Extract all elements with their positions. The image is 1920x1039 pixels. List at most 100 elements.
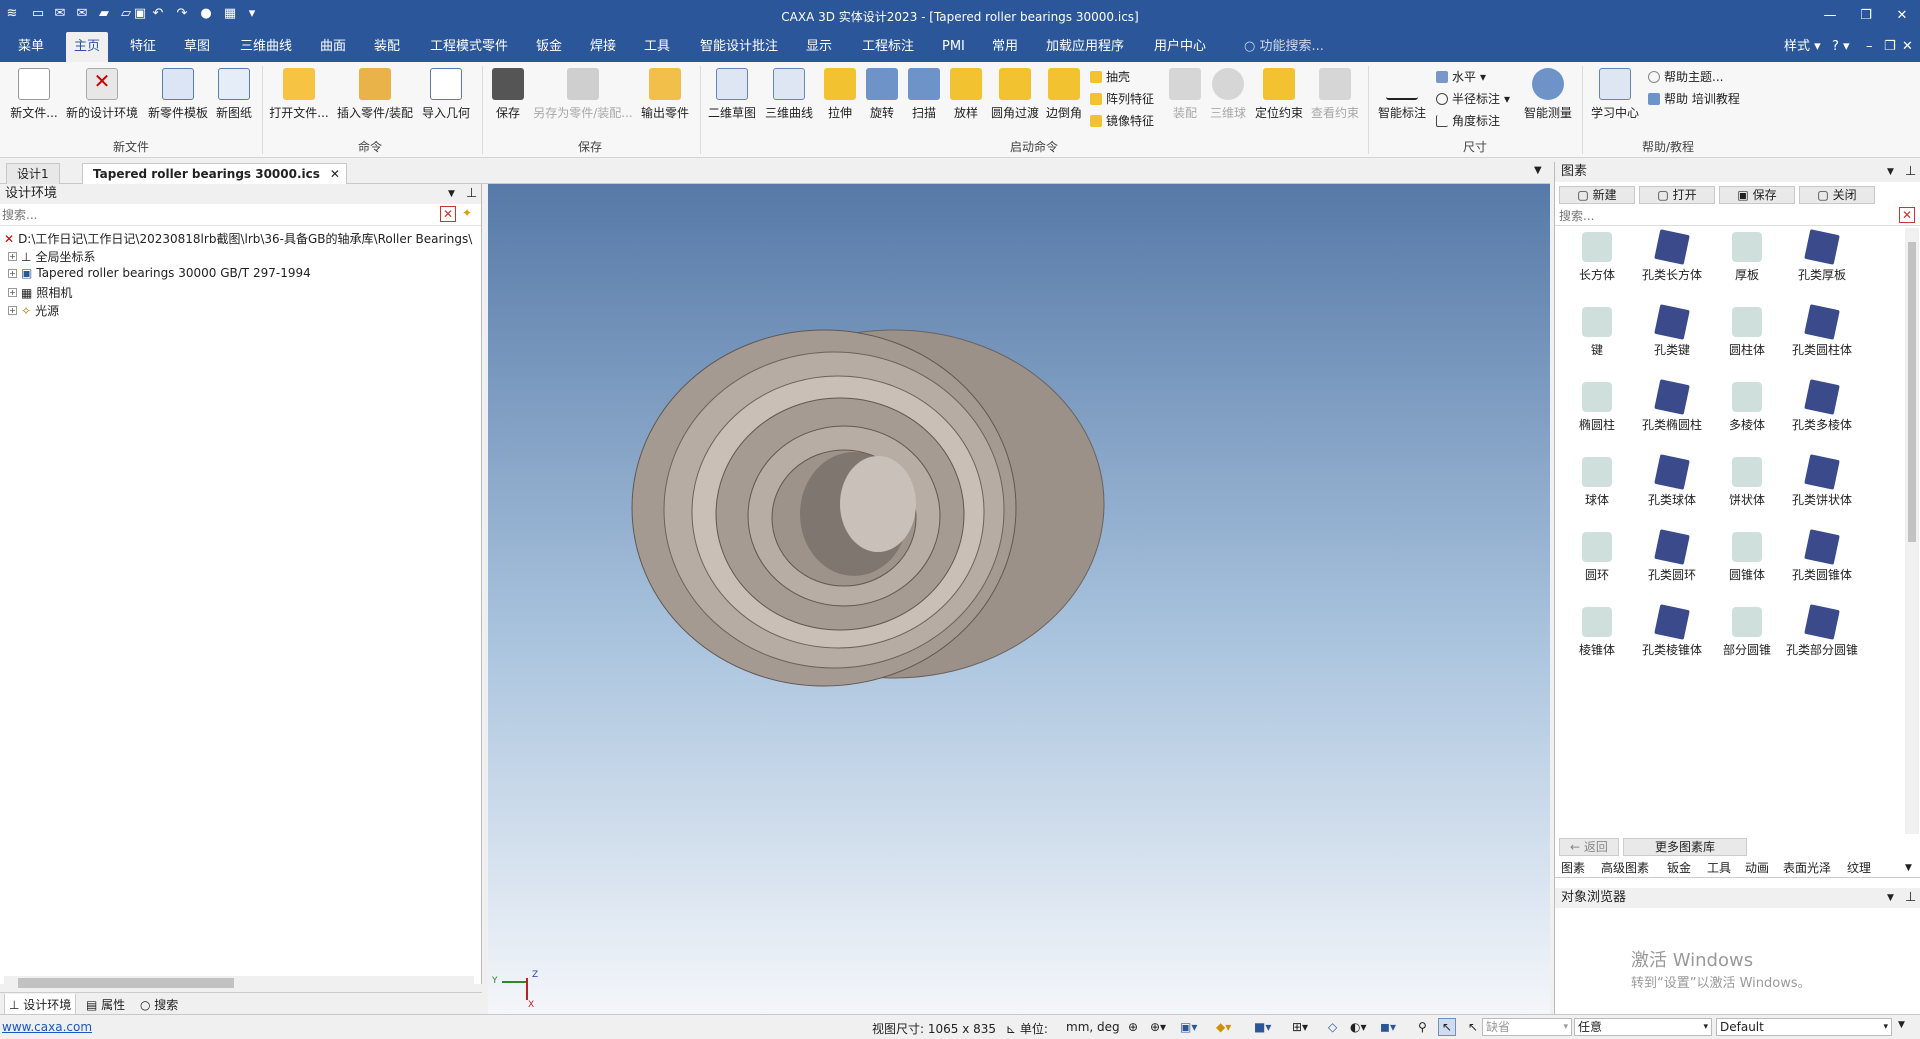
tab-bearing-file[interactable]: Tapered roller bearings 30000.ics ✕ [82,163,347,184]
tabs-dropdown-icon[interactable]: ▼ [1534,165,1542,176]
catalog-item[interactable]: 孔类圆柱体 [1786,304,1858,358]
catalog-search-input[interactable] [1559,208,1889,224]
catalog-item[interactable]: 孔类球体 [1636,454,1708,508]
camera-icon[interactable]: ◼▾ [1380,1020,1396,1034]
catalog-item[interactable]: 孔类圆环 [1636,529,1708,583]
catalog-back-button[interactable]: ← 返回 [1559,838,1619,856]
doc-close-icon[interactable]: ✕ [1894,32,1920,62]
tree-search-input[interactable] [2,206,432,223]
sketch-2d-button[interactable]: 二维草图 [706,68,758,121]
section-icon[interactable]: ⊞▾ [1292,1020,1308,1034]
catalog-close-button[interactable]: ▢ 关闭 [1799,186,1875,204]
tab-close-icon[interactable]: ✕ [330,164,340,184]
catalog-new-button[interactable]: ▢ 新建 [1559,186,1635,204]
expand-icon[interactable]: + [8,288,17,297]
display-icon[interactable]: ■▾ [1254,1020,1271,1034]
view-constraint-button[interactable]: 查看约束 [1308,68,1362,121]
new-part-template-button[interactable]: 新零件模板 [144,68,212,121]
menu-tab-surface[interactable]: 曲面 [312,32,354,62]
catalog-item[interactable]: 球体 [1561,457,1633,508]
tab-properties[interactable]: ▤ 属性 [86,996,125,1013]
tab-surface-finish[interactable]: 表面光泽 [1783,858,1831,878]
mirror-feature-button[interactable]: 镜像特征 [1090,112,1154,129]
smart-dimension-button[interactable]: 智能标注 [1374,68,1430,121]
catalog-item[interactable]: 孔类圆锥体 [1786,529,1858,583]
catalog-item[interactable]: 棱锥体 [1561,607,1633,658]
bearing-model[interactable] [488,184,1550,1014]
menu-tab-sheet-metal[interactable]: 钣金 [528,32,570,62]
tab-design1[interactable]: 设计1 [6,163,60,184]
export-part-button[interactable]: 输出零件 [638,68,692,121]
tree-item-global-coords[interactable]: + ⊥ 全局坐标系 [8,248,95,265]
catalog-save-button[interactable]: ▣ 保存 [1719,186,1795,204]
new-drawing-button[interactable]: 新图纸 [214,68,254,121]
catalog-item[interactable]: 饼状体 [1711,457,1783,508]
tab-sheet-metal[interactable]: 钣金 [1667,858,1691,878]
angle-dim-button[interactable]: 角度标注 [1436,112,1500,129]
material-icon[interactable]: ◐▾ [1350,1020,1367,1034]
pin-icon[interactable]: ⊥ [1905,162,1916,182]
open-file-button[interactable]: 打开文件... [268,68,330,121]
tabs-dropdown-icon[interactable]: ▼ [1905,858,1912,878]
expand-icon[interactable]: + [8,306,17,315]
restore-icon[interactable]: ❐ [1851,6,1881,26]
caxa-link[interactable]: www.caxa.com [2,1020,92,1034]
catalog-item[interactable]: 圆锥体 [1711,532,1783,583]
smart-measure-button[interactable]: 智能测量 [1520,68,1576,121]
catalog-item[interactable]: 键 [1561,307,1633,358]
render-icon[interactable]: ◆▾ [1216,1020,1231,1034]
new-file-button[interactable]: 新文件... [8,68,60,121]
close-icon[interactable]: ✕ [1887,6,1917,26]
pin-icon[interactable]: ⊥ [466,184,477,204]
scrollbar-thumb[interactable] [1908,242,1916,542]
catalog-menu-icon[interactable]: ▼ [1887,162,1894,182]
catalog-item[interactable]: 多棱体 [1711,382,1783,433]
menu-tab-menu[interactable]: 菜单 [10,32,52,62]
tab-design-env[interactable]: ⊥ 设计环境 [4,994,77,1016]
menu-tab-engineering-part[interactable]: 工程模式零件 [422,32,516,62]
curve-3d-button[interactable]: 三维曲线 [762,68,816,121]
horizontal-scrollbar[interactable] [4,976,474,990]
training-tutorial-button[interactable]: 帮助 培训教程 [1648,90,1740,107]
status-dropdown-icon[interactable]: ▼ [1898,1020,1905,1030]
3d-viewport[interactable]: Y Z X [488,184,1550,1014]
catalog-item[interactable]: 孔类多棱体 [1786,379,1858,433]
clear-search-icon[interactable]: ✕ [440,206,456,222]
catalog-item[interactable]: 椭圆柱 [1561,382,1633,433]
assemble-button[interactable]: 装配 [1168,68,1202,121]
catalog-item[interactable]: 孔类饼状体 [1786,454,1858,508]
menu-tab-tools[interactable]: 工具 [636,32,678,62]
view-icon[interactable]: ▣▾ [1180,1020,1197,1034]
catalog-item[interactable]: 孔类椭圆柱 [1636,379,1708,433]
more-catalogs-button[interactable]: 更多图素库 [1623,838,1747,856]
tab-texture[interactable]: 纹理 [1847,858,1871,878]
catalog-item[interactable]: 圆柱体 [1711,307,1783,358]
menu-tab-3d-curve[interactable]: 三维曲线 [232,32,300,62]
help-icon[interactable]: ? ▾ [1824,32,1858,62]
tree-item-light[interactable]: + ✧ 光源 [8,302,59,319]
learning-center-button[interactable]: 学习中心 [1588,68,1642,121]
fillet-button[interactable]: 圆角过渡 [988,68,1042,121]
radius-dim-button[interactable]: 半径标注 ▾ [1436,90,1510,107]
tab-search[interactable]: ○ 搜索 [140,996,178,1013]
minimize-icon[interactable]: — [1815,6,1845,26]
save-button[interactable]: 保存 [488,68,528,121]
catalog-item[interactable]: 孔类长方体 [1636,229,1708,283]
menu-tab-assembly[interactable]: 装配 [366,32,408,62]
catalog-scrollbar[interactable] [1905,228,1919,834]
shell-button[interactable]: 抽壳 [1090,68,1130,85]
extrude-button[interactable]: 拉伸 [820,68,860,121]
expand-icon[interactable]: + [8,252,17,261]
help-topics-button[interactable]: 帮助主题... [1648,68,1723,85]
menu-tab-common[interactable]: 常用 [984,32,1026,62]
style-menu[interactable]: 样式 ▾ [1776,32,1829,62]
catalog-item[interactable]: 长方体 [1561,232,1633,283]
pattern-feature-button[interactable]: 阵列特征 [1090,90,1154,107]
menu-tab-sketch[interactable]: 草图 [176,32,218,62]
pick-combo[interactable]: 任意 ▾ [1574,1018,1712,1036]
tab-advanced-catalog[interactable]: 高级图素 [1601,858,1649,878]
walk-icon[interactable]: ⚲ [1418,1020,1427,1034]
tab-tools[interactable]: 工具 [1707,858,1731,878]
search-option-icon[interactable]: ✦ [462,206,472,220]
position-constraint-button[interactable]: 定位约束 [1252,68,1306,121]
